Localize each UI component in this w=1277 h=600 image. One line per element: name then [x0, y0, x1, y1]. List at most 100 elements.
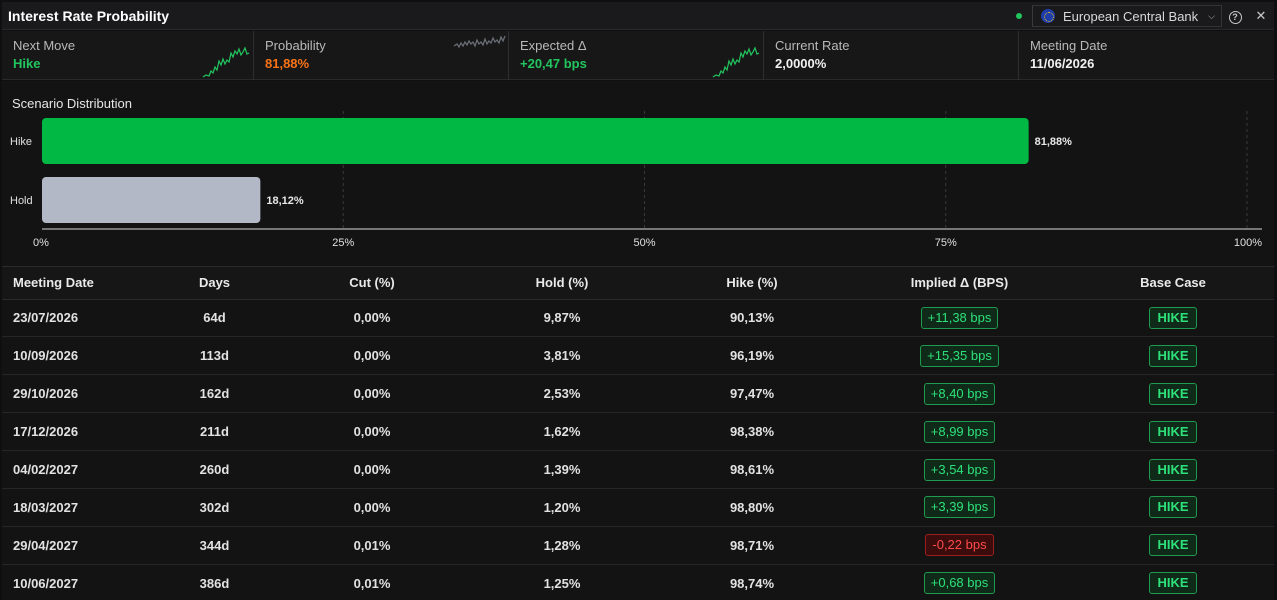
x-tick-label: 75%: [935, 237, 957, 249]
col-header-meeting-date[interactable]: Meeting Date: [2, 267, 152, 300]
col-header-base-case[interactable]: Base Case: [1072, 267, 1274, 300]
cell-hold: 1,28%: [467, 526, 657, 565]
cell-implied-delta: +8,99 bps: [847, 412, 1072, 452]
close-button[interactable]: ✕: [1248, 8, 1274, 24]
cell-days: 162d: [152, 374, 277, 414]
cell-days: 386d: [152, 564, 277, 600]
cell-hold: 1,25%: [467, 564, 657, 600]
cell-cut: 0,00%: [277, 336, 467, 376]
stat-next-move: Next Move Hike: [2, 31, 254, 80]
stat-expected-delta: Expected Δ +20,47 bps: [509, 31, 764, 80]
col-header-days[interactable]: Days: [152, 267, 277, 300]
cell-hike: 98,61%: [657, 450, 847, 489]
cell-implied-delta: -0,22 bps: [847, 526, 1072, 565]
cell-meeting-date: 23/07/2026: [2, 299, 152, 338]
cell-hike: 98,71%: [657, 526, 847, 565]
bar-value-label: 18,12%: [266, 195, 304, 207]
implied-delta-badge: +15,35 bps: [920, 344, 999, 367]
base-case-badge: HIKE: [1149, 306, 1197, 329]
cell-implied-delta: +8,40 bps: [847, 374, 1072, 414]
category-label: Hold: [10, 195, 33, 207]
table-row[interactable]: 29/04/2027 344d 0,01% 1,28% 98,71% -0,22 bps H…: [2, 526, 1274, 565]
cell-cut: 0,00%: [277, 374, 467, 414]
table-row[interactable]: 17/12/2026 211d 0,00% 1,62% 98,38% +8,99 bps H…: [2, 412, 1274, 452]
bank-selector-label: European Central Bank: [1063, 8, 1199, 24]
cell-base-case: HIKE: [1072, 299, 1274, 338]
cell-implied-delta: +3,39 bps: [847, 488, 1072, 527]
cell-meeting-date: 10/09/2026: [2, 336, 152, 376]
stat-label: Meeting Date: [1030, 38, 1108, 53]
base-case-badge: HIKE: [1149, 572, 1197, 595]
cell-cut: 0,00%: [277, 412, 467, 452]
table-row[interactable]: 10/06/2027 386d 0,01% 1,25% 98,74% +0,68 bps H…: [2, 564, 1274, 600]
stat-value: 2,0000%: [775, 56, 827, 71]
scenario-distribution-chart: 0% 25% 50% 75% 100% Hike 81,88% Hold 18,12%: [10, 111, 1262, 249]
cell-base-case: HIKE: [1072, 488, 1274, 527]
table-row[interactable]: 04/02/2027 260d 0,00% 1,39% 98,61% +3,54 bps H…: [2, 450, 1274, 489]
col-header-implied-delta[interactable]: Implied Δ (BPS): [847, 267, 1072, 300]
help-button[interactable]: ?: [1222, 8, 1248, 24]
x-tick-label: 100%: [1234, 237, 1262, 249]
cell-base-case: HIKE: [1072, 412, 1274, 452]
x-tick-label: 0%: [33, 237, 49, 249]
cell-meeting-date: 10/06/2027: [2, 564, 152, 600]
cell-implied-delta: +15,35 bps: [847, 336, 1072, 376]
cell-hold: 3,81%: [467, 336, 657, 376]
col-header-hike[interactable]: Hike (%): [657, 267, 847, 300]
cell-days: 113d: [152, 336, 277, 376]
cell-days: 64d: [152, 299, 277, 338]
cell-base-case: HIKE: [1072, 526, 1274, 565]
table-row[interactable]: 18/03/2027 302d 0,00% 1,20% 98,80% +3,39 bps H…: [2, 488, 1274, 527]
cell-hike: 98,80%: [657, 488, 847, 527]
cell-meeting-date: 29/04/2027: [2, 526, 152, 565]
base-case-badge: HIKE: [1149, 344, 1197, 367]
window-title: Interest Rate Probability: [8, 7, 170, 24]
cell-cut: 0,00%: [277, 488, 467, 527]
close-icon: ✕: [1255, 8, 1267, 23]
cell-days: 344d: [152, 526, 277, 565]
cell-hold: 1,39%: [467, 450, 657, 489]
status-dot: [1016, 13, 1023, 19]
cell-days: 302d: [152, 488, 277, 527]
cell-meeting-date: 04/02/2027: [2, 450, 152, 489]
help-icon: ?: [1228, 11, 1242, 24]
col-header-cut[interactable]: Cut (%): [277, 267, 467, 300]
stat-current-rate: Current Rate 2,0000%: [764, 31, 1019, 80]
table-row[interactable]: 23/07/2026 64d 0,00% 9,87% 90,13% +11,38 bps H…: [2, 299, 1274, 338]
base-case-badge: HIKE: [1149, 382, 1197, 405]
cell-hike: 98,38%: [657, 412, 847, 452]
col-header-hold[interactable]: Hold (%): [467, 267, 657, 300]
cell-hold: 1,62%: [467, 412, 657, 452]
cell-implied-delta: +3,54 bps: [847, 450, 1072, 489]
bar-hike: [42, 118, 1029, 164]
cell-meeting-date: 17/12/2026: [2, 412, 152, 452]
cell-cut: 0,00%: [277, 450, 467, 489]
cell-hold: 2,53%: [467, 374, 657, 414]
cell-cut: 0,01%: [277, 526, 467, 565]
sparkline-flat-icon: [453, 35, 506, 49]
cell-implied-delta: +0,68 bps: [847, 564, 1072, 600]
cell-meeting-date: 18/03/2027: [2, 488, 152, 527]
meetings-table: Meeting Date Days Cut (%) Hold (%) Hike …: [2, 267, 1274, 600]
table-row[interactable]: 10/09/2026 113d 0,00% 3,81% 96,19% +15,35 bps…: [2, 336, 1274, 376]
base-case-badge: HIKE: [1149, 534, 1197, 557]
sparkline-up-icon: [202, 46, 250, 78]
chevron-down-icon: ⌵: [1208, 10, 1215, 21]
title-bar-controls: European Central Bank ⌵ ? ✕: [1016, 2, 1274, 30]
implied-delta-badge: +11,38 bps: [920, 306, 999, 329]
cell-meeting-date: 29/10/2026: [2, 374, 152, 414]
base-case-badge: HIKE: [1149, 420, 1197, 443]
title-bar: Interest Rate Probability European Centr…: [2, 2, 1274, 30]
cell-days: 260d: [152, 450, 277, 489]
table-header-row: Meeting Date Days Cut (%) Hold (%) Hike …: [2, 267, 1274, 300]
table-row[interactable]: 29/10/2026 162d 0,00% 2,53% 97,47% +8,40 bps H…: [2, 374, 1274, 414]
implied-delta-badge: +3,54 bps: [923, 458, 996, 481]
implied-delta-badge: -0,22 bps: [925, 534, 994, 557]
cell-base-case: HIKE: [1072, 374, 1274, 414]
cell-implied-delta: +11,38 bps: [847, 299, 1072, 338]
stats-strip: Next Move Hike Probability 81,88% Expect…: [2, 31, 1274, 80]
implied-delta-badge: +8,99 bps: [923, 420, 996, 443]
cell-base-case: HIKE: [1072, 336, 1274, 376]
stat-value: 11/06/2026: [1030, 56, 1095, 71]
bank-selector[interactable]: European Central Bank ⌵: [1032, 5, 1222, 27]
